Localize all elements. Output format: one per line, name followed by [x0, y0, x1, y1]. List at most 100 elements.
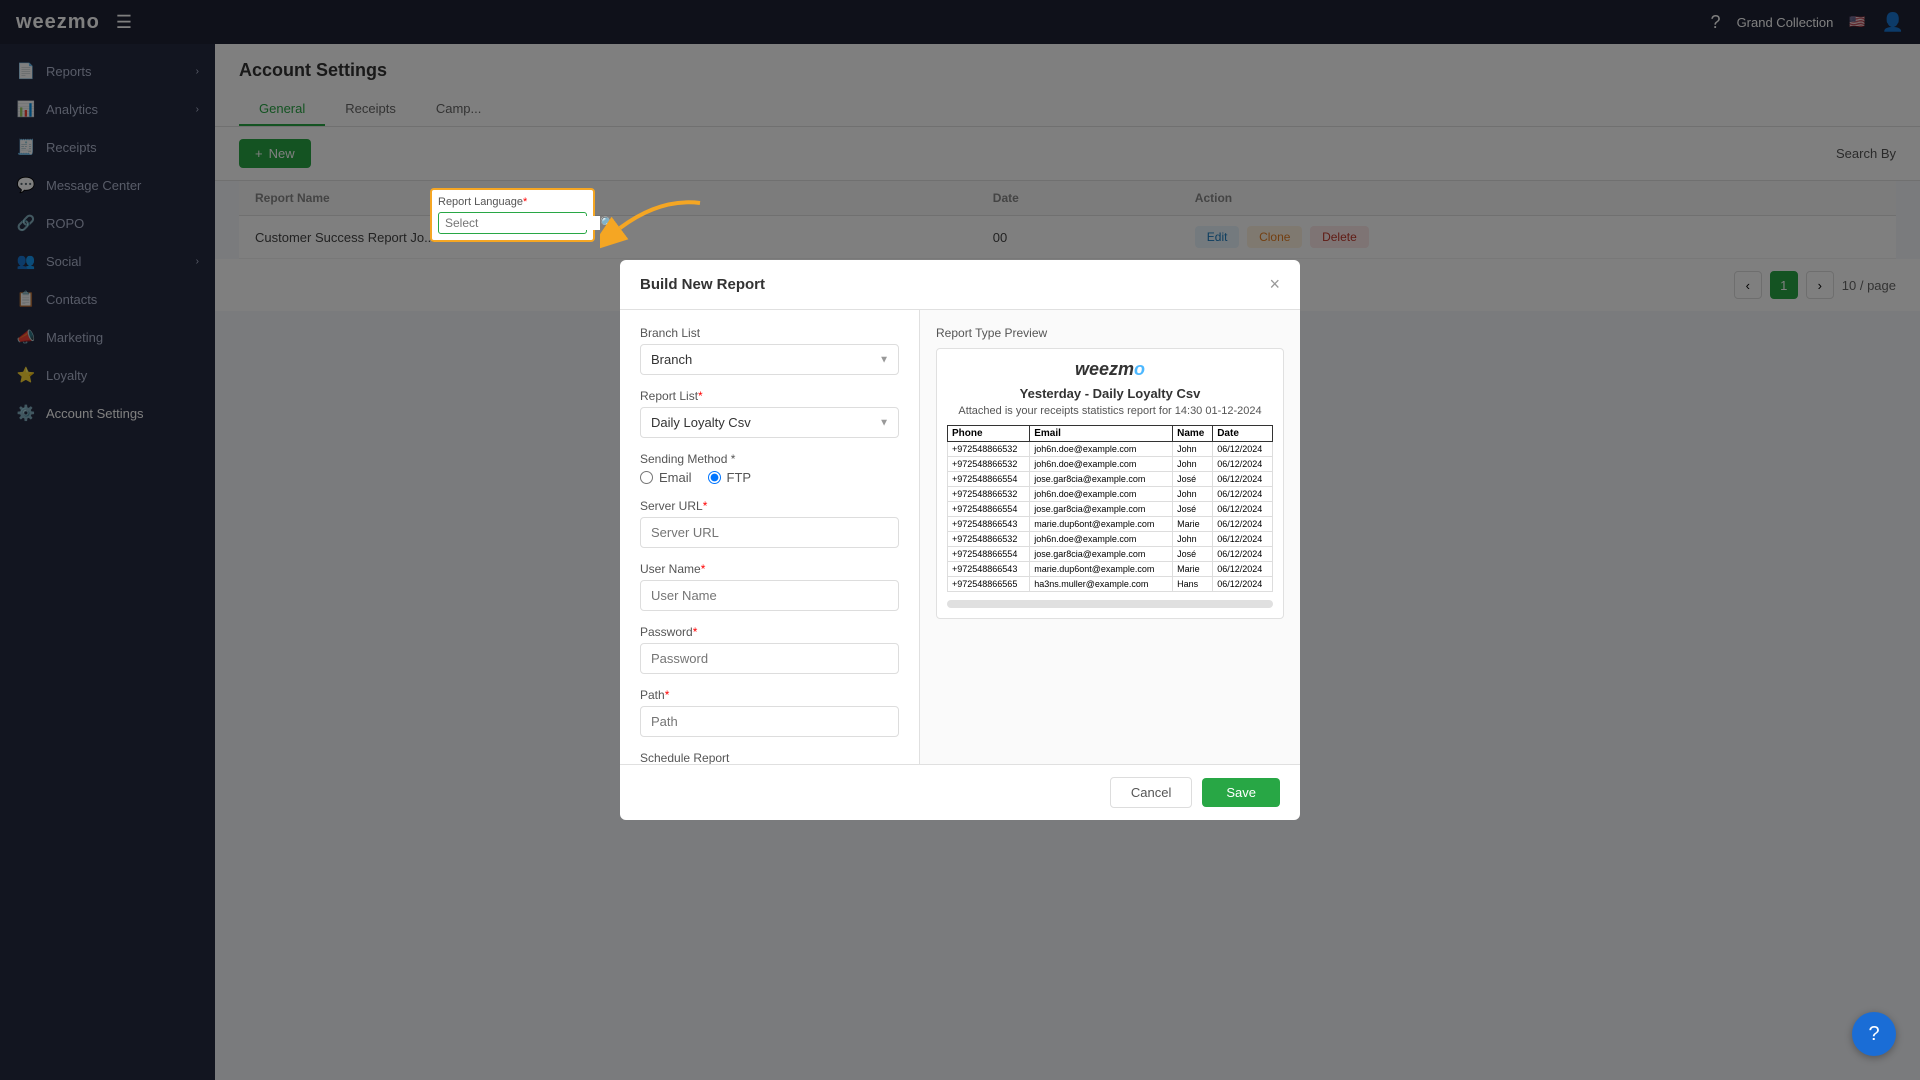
- preview-table-row: +972548866532joh6n.doe@example.comJohn06…: [948, 532, 1273, 547]
- preview-table-cell: John: [1173, 442, 1213, 457]
- preview-table-row: +972548866554jose.gar8cia@example.comJos…: [948, 502, 1273, 517]
- report-language-popup-label: Report Language*: [438, 196, 587, 208]
- user-name-input[interactable]: [640, 580, 899, 611]
- save-button[interactable]: Save: [1202, 778, 1280, 807]
- branch-select[interactable]: Branch: [640, 344, 899, 375]
- user-name-label: User Name*: [640, 562, 899, 576]
- preview-table-cell: +972548866565: [948, 577, 1030, 592]
- preview-table-row: +972548866554jose.gar8cia@example.comJos…: [948, 547, 1273, 562]
- password-group: Password*: [640, 625, 899, 674]
- preview-table-cell: +972548866543: [948, 517, 1030, 532]
- preview-table-cell: joh6n.doe@example.com: [1030, 442, 1173, 457]
- search-icon: 🔍: [600, 216, 615, 230]
- preview-table-row: +972548866565ha3ns.muller@example.comHan…: [948, 577, 1273, 592]
- preview-table-cell: +972548866532: [948, 457, 1030, 472]
- modal-body: Branch List Branch Report List* Daily Lo…: [620, 310, 1300, 764]
- report-language-popup: Report Language* 🔍: [430, 188, 595, 242]
- branch-select-wrapper: Branch: [640, 344, 899, 375]
- report-list-label: Report List*: [640, 389, 899, 403]
- preview-content: weezmo Yesterday - Daily Loyalty Csv Att…: [936, 348, 1284, 619]
- help-fab-button[interactable]: ?: [1852, 1012, 1896, 1056]
- user-name-group: User Name*: [640, 562, 899, 611]
- help-fab-icon: ?: [1868, 1023, 1879, 1046]
- preview-table-cell: +972548866543: [948, 562, 1030, 577]
- preview-table-cell: joh6n.doe@example.com: [1030, 457, 1173, 472]
- password-label: Password*: [640, 625, 899, 639]
- preview-table-cell: joh6n.doe@example.com: [1030, 487, 1173, 502]
- server-url-label: Server URL*: [640, 499, 899, 513]
- preview-table-row: +972548866554jose.gar8cia@example.comJos…: [948, 472, 1273, 487]
- preview-title: Report Type Preview: [936, 326, 1284, 340]
- preview-col-date: Date: [1213, 426, 1273, 442]
- branch-list-label: Branch List: [640, 326, 899, 340]
- preview-table-cell: +972548866554: [948, 547, 1030, 562]
- server-url-input[interactable]: [640, 517, 899, 548]
- ftp-label: FTP: [727, 470, 752, 485]
- preview-table-cell: Marie: [1173, 562, 1213, 577]
- preview-table-cell: jose.gar8cia@example.com: [1030, 472, 1173, 487]
- cancel-button[interactable]: Cancel: [1110, 777, 1192, 808]
- preview-logo: weezmo: [947, 359, 1273, 380]
- preview-table-cell: +972548866554: [948, 502, 1030, 517]
- report-language-search-input[interactable]: [445, 216, 600, 230]
- modal-header: Build New Report ×: [620, 260, 1300, 310]
- preview-table-row: +972548866532joh6n.doe@example.comJohn06…: [948, 457, 1273, 472]
- preview-table-cell: José: [1173, 502, 1213, 517]
- preview-table-cell: 06/12/2024: [1213, 562, 1273, 577]
- password-input[interactable]: [640, 643, 899, 674]
- email-radio[interactable]: [640, 471, 653, 484]
- report-list-group: Report List* Daily Loyalty Csv: [640, 389, 899, 438]
- preview-table-cell: 06/12/2024: [1213, 442, 1273, 457]
- preview-table-cell: +972548866532: [948, 442, 1030, 457]
- modal-close-button[interactable]: ×: [1269, 274, 1280, 295]
- preview-table-cell: José: [1173, 547, 1213, 562]
- preview-table-cell: +972548866554: [948, 472, 1030, 487]
- report-list-wrapper: Daily Loyalty Csv: [640, 407, 899, 438]
- preview-table-cell: Hans: [1173, 577, 1213, 592]
- branch-list-group: Branch List Branch: [640, 326, 899, 375]
- preview-col-phone: Phone: [948, 426, 1030, 442]
- preview-table-cell: 06/12/2024: [1213, 547, 1273, 562]
- preview-scrollbar[interactable]: [947, 600, 1273, 608]
- preview-table-cell: jose.gar8cia@example.com: [1030, 502, 1173, 517]
- email-radio-item[interactable]: Email: [640, 470, 692, 485]
- path-group: Path*: [640, 688, 899, 737]
- preview-table-cell: Marie: [1173, 517, 1213, 532]
- preview-table-cell: John: [1173, 457, 1213, 472]
- sending-method-radio-group: Email FTP: [640, 470, 899, 485]
- modal-left-panel: Branch List Branch Report List* Daily Lo…: [620, 310, 920, 764]
- preview-table-cell: marie.dup6ont@example.com: [1030, 517, 1173, 532]
- path-input[interactable]: [640, 706, 899, 737]
- preview-email-title: Yesterday - Daily Loyalty Csv: [947, 386, 1273, 401]
- ftp-radio[interactable]: [708, 471, 721, 484]
- preview-table-row: +972548866532joh6n.doe@example.comJohn06…: [948, 487, 1273, 502]
- preview-table-cell: 06/12/2024: [1213, 487, 1273, 502]
- sending-method-label: Sending Method *: [640, 452, 899, 466]
- preview-table-cell: +972548866532: [948, 487, 1030, 502]
- preview-email-body: Attached is your receipts statistics rep…: [947, 405, 1273, 417]
- ftp-radio-item[interactable]: FTP: [708, 470, 752, 485]
- preview-table-cell: 06/12/2024: [1213, 472, 1273, 487]
- server-url-group: Server URL*: [640, 499, 899, 548]
- preview-table-cell: joh6n.doe@example.com: [1030, 532, 1173, 547]
- report-language-search-box: 🔍: [438, 212, 587, 234]
- preview-table: Phone Email Name Date +972548866532joh6n…: [947, 425, 1273, 592]
- preview-table-cell: John: [1173, 487, 1213, 502]
- path-label: Path*: [640, 688, 899, 702]
- preview-table-row: +972548866532joh6n.doe@example.comJohn06…: [948, 442, 1273, 457]
- sending-method-group: Sending Method * Email FTP: [640, 452, 899, 485]
- preview-table-cell: marie.dup6ont@example.com: [1030, 562, 1173, 577]
- report-list-select[interactable]: Daily Loyalty Csv: [640, 407, 899, 438]
- schedule-report-label: Schedule Report: [640, 751, 899, 764]
- modal-footer: Cancel Save: [620, 764, 1300, 820]
- preview-table-cell: 06/12/2024: [1213, 457, 1273, 472]
- preview-table-cell: 06/12/2024: [1213, 532, 1273, 547]
- preview-table-cell: 06/12/2024: [1213, 577, 1273, 592]
- preview-table-row: +972548866543marie.dup6ont@example.comMa…: [948, 517, 1273, 532]
- preview-table-cell: ha3ns.muller@example.com: [1030, 577, 1173, 592]
- preview-table-cell: José: [1173, 472, 1213, 487]
- build-report-modal: Build New Report × Branch List Branch Re…: [620, 260, 1300, 820]
- preview-col-email: Email: [1030, 426, 1173, 442]
- schedule-report-group: Schedule Report Choose Day: [640, 751, 899, 764]
- preview-col-name: Name: [1173, 426, 1213, 442]
